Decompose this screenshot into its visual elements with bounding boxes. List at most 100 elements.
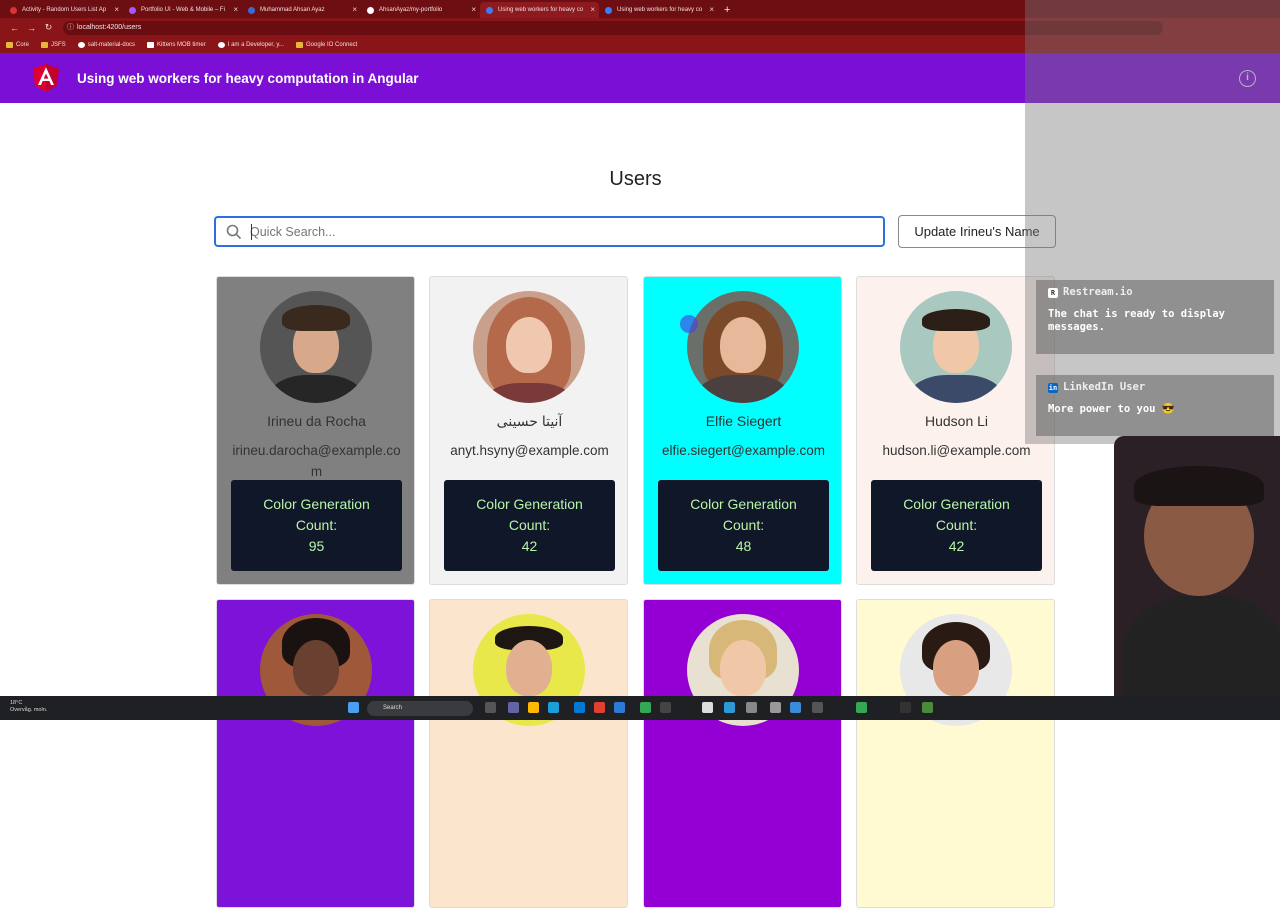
bookmark-item[interactable]: Core <box>6 42 29 48</box>
new-tab-button[interactable]: + <box>718 2 730 18</box>
back-arrow-icon[interactable]: ← <box>6 23 23 33</box>
user-card[interactable] <box>643 599 842 908</box>
color-count-box: Color Generation Count: 42 <box>444 480 615 571</box>
browser-tab-active[interactable]: Using web workers for heavy co × <box>480 2 599 18</box>
chat-text: The chat is ready to display messages. <box>1048 308 1226 333</box>
terminal-icon[interactable] <box>900 702 911 713</box>
search-input[interactable] <box>250 222 850 242</box>
close-tab-icon[interactable]: × <box>114 2 119 18</box>
github-icon <box>367 7 374 14</box>
app-icon[interactable] <box>770 702 781 713</box>
close-tab-icon[interactable]: × <box>709 2 714 18</box>
chrome-icon[interactable] <box>856 702 867 713</box>
user-name: Irineu da Rocha <box>267 413 366 429</box>
tab-title: Using web workers for heavy co <box>498 7 584 13</box>
browser-tab[interactable]: Muhammad Ahsan Ayaz × <box>242 2 361 18</box>
chrome-icon[interactable] <box>594 702 605 713</box>
weather-widget[interactable]: 18°C Overvåg. moln. <box>10 700 47 714</box>
timer-icon <box>147 42 155 48</box>
taskbar-search[interactable]: Search <box>367 701 473 716</box>
user-card[interactable]: Elfie Siegert elfie.siegert@example.com … <box>643 276 842 585</box>
tab-title: Using web workers for heavy co <box>617 7 703 13</box>
explorer-icon[interactable] <box>528 702 539 713</box>
linkedin-icon: in <box>1048 382 1058 393</box>
taskbar-search-label: Search <box>383 705 403 711</box>
start-icon[interactable] <box>348 702 359 713</box>
weather-temp: 18°C <box>10 700 23 706</box>
tab-favicon-icon <box>486 7 493 14</box>
close-tab-icon[interactable]: × <box>471 2 476 18</box>
edge-icon[interactable] <box>548 702 559 713</box>
app-icon[interactable] <box>724 702 735 713</box>
tab-favicon-icon <box>129 7 136 14</box>
bookmark-item[interactable]: JSFS <box>41 42 66 48</box>
user-card[interactable]: آنیتا حسینی anyt.hsyny@example.com Color… <box>429 276 628 585</box>
bookmark-label: I am a Developer, y... <box>227 42 284 48</box>
color-count-box: Color Generation Count: 48 <box>658 480 829 571</box>
tab-title: Muhammad Ahsan Ayaz <box>260 7 325 13</box>
close-tab-icon[interactable]: × <box>590 2 595 18</box>
user-name: آنیتا حسینی <box>496 413 563 429</box>
browser-tab[interactable]: Using web workers for heavy co × <box>599 2 718 18</box>
app-icon[interactable] <box>702 702 713 713</box>
chat-text: More power to you 😎 <box>1048 403 1175 415</box>
bookmark-item[interactable]: Kittens MOB timer <box>147 42 206 48</box>
user-avatar <box>900 291 1012 403</box>
folder-icon <box>295 42 303 48</box>
user-avatar <box>473 291 585 403</box>
browser-tab[interactable]: AhsanAyaz/my-portfolio × <box>361 2 480 18</box>
bookmark-item[interactable]: I am a Developer, y... <box>217 42 284 48</box>
store-icon[interactable] <box>574 702 585 713</box>
bookmark-item[interactable]: salt-material-docs <box>77 42 136 48</box>
bookmark-label: salt-material-docs <box>87 42 136 48</box>
notepad-icon[interactable] <box>790 702 801 713</box>
color-count-box: Color Generation Count: 42 <box>871 480 1042 571</box>
reload-icon[interactable]: ↻ <box>40 22 57 33</box>
vscode-icon[interactable] <box>614 702 625 713</box>
count-label: Color Generation Count: <box>903 496 1010 533</box>
taskview-icon[interactable] <box>485 702 496 713</box>
user-avatar <box>687 291 799 403</box>
forward-arrow-icon[interactable]: → <box>23 23 40 33</box>
bookmark-item[interactable]: Google IO Connect <box>295 42 357 48</box>
search-field[interactable] <box>214 216 885 247</box>
folder-icon <box>6 42 13 48</box>
site-info-icon[interactable]: ⓘ <box>67 21 74 35</box>
close-tab-icon[interactable]: × <box>233 2 238 18</box>
user-card[interactable]: Irineu da Rocha irineu.darocha@example.c… <box>216 276 415 585</box>
count-label: Color Generation Count: <box>476 496 583 533</box>
user-email: elfie.siegert@example.com <box>661 443 826 458</box>
browser-tab[interactable]: Portfolio UI - Web & Mobile – Fi × <box>123 2 242 18</box>
count-value: 42 <box>948 538 965 554</box>
github-icon <box>77 42 85 48</box>
count-value: 95 <box>308 538 325 554</box>
os-taskbar: 18°C Overvåg. moln. Search <box>0 696 1280 720</box>
teams-icon[interactable] <box>508 702 519 713</box>
tab-title: Activity - Random Users List Ap <box>22 7 107 13</box>
user-card[interactable] <box>216 599 415 908</box>
tab-title: AhsanAyaz/my-portfolio <box>379 7 443 13</box>
app-icon[interactable] <box>922 702 933 713</box>
user-card[interactable] <box>429 599 628 908</box>
chat-source: LinkedIn User <box>1063 381 1146 393</box>
app-icon[interactable] <box>812 702 823 713</box>
user-email: hudson.li@example.com <box>882 443 1031 458</box>
app-icon[interactable] <box>660 702 671 713</box>
text-caret <box>251 224 252 240</box>
count-label: Color Generation Count: <box>690 496 797 533</box>
folder-icon <box>41 42 49 48</box>
tab-title: Portfolio UI - Web & Mobile – Fi <box>141 7 225 13</box>
browser-tab[interactable]: Activity - Random Users List Ap × <box>4 2 123 18</box>
user-name: Elfie Siegert <box>705 413 782 429</box>
tab-favicon-icon <box>10 7 17 14</box>
url-field[interactable]: ⓘ localhost:4200/users <box>63 20 1163 35</box>
user-card[interactable] <box>856 599 1055 908</box>
bookmark-label: JSFS <box>51 42 66 48</box>
tab-favicon-icon <box>605 7 612 14</box>
close-tab-icon[interactable]: × <box>352 2 357 18</box>
chrome-canary-icon[interactable] <box>640 702 651 713</box>
app-icon[interactable] <box>746 702 757 713</box>
webcam-feed <box>1114 436 1280 720</box>
user-email: anyt.hsyny@example.com <box>450 443 609 458</box>
color-count-box: Color Generation Count: 95 <box>231 480 402 571</box>
